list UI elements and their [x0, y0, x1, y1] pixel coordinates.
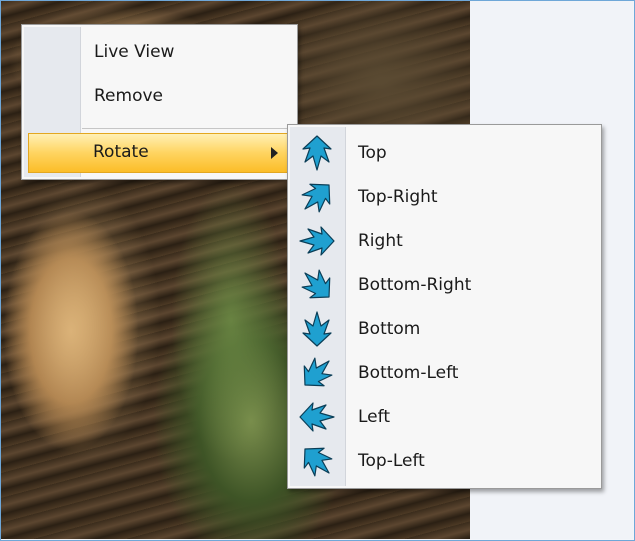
submenu-item-bottom[interactable]: Bottom [290, 307, 599, 351]
context-menu: Live View Remove Rotate [21, 24, 298, 180]
rotate-left-icon [297, 399, 337, 435]
menu-item-label: Live View [94, 42, 175, 62]
menu-item-label: Remove [94, 86, 163, 106]
submenu-item-label: Top-Left [358, 451, 425, 471]
submenu-item-label: Bottom-Right [358, 275, 472, 295]
submenu-item-label: Left [358, 407, 390, 427]
submenu-item-label: Top [358, 143, 387, 163]
submenu-item-top-right[interactable]: Top-Right [290, 175, 599, 219]
submenu-item-top[interactable]: Top [290, 131, 599, 175]
rotate-top-icon [297, 135, 337, 171]
rotate-submenu: Top Top-Right Right Bottom-Right Bottom Botto… [287, 124, 602, 489]
menu-item-live-view[interactable]: Live View [24, 33, 295, 73]
submenu-item-label: Right [358, 231, 403, 251]
rotate-bottom-icon [297, 311, 337, 347]
rotate-bottom-right-icon [297, 267, 337, 303]
submenu-item-label: Bottom-Left [358, 363, 459, 383]
rotate-top-right-icon [297, 179, 337, 215]
submenu-item-left[interactable]: Left [290, 395, 599, 439]
rotate-right-icon [297, 223, 337, 259]
submenu-arrow-icon [271, 147, 278, 159]
menu-item-label: Rotate [93, 142, 149, 162]
menu-separator [82, 128, 295, 129]
submenu-item-label: Bottom [358, 319, 421, 339]
rotate-top-left-icon [297, 443, 337, 479]
submenu-item-top-left[interactable]: Top-Left [290, 439, 599, 483]
menu-item-remove[interactable]: Remove [24, 77, 295, 117]
submenu-item-bottom-right[interactable]: Bottom-Right [290, 263, 599, 307]
submenu-item-right[interactable]: Right [290, 219, 599, 263]
menu-item-rotate[interactable]: Rotate [28, 133, 297, 173]
rotate-bottom-left-icon [297, 355, 337, 391]
submenu-item-bottom-left[interactable]: Bottom-Left [290, 351, 599, 395]
submenu-item-label: Top-Right [358, 187, 438, 207]
